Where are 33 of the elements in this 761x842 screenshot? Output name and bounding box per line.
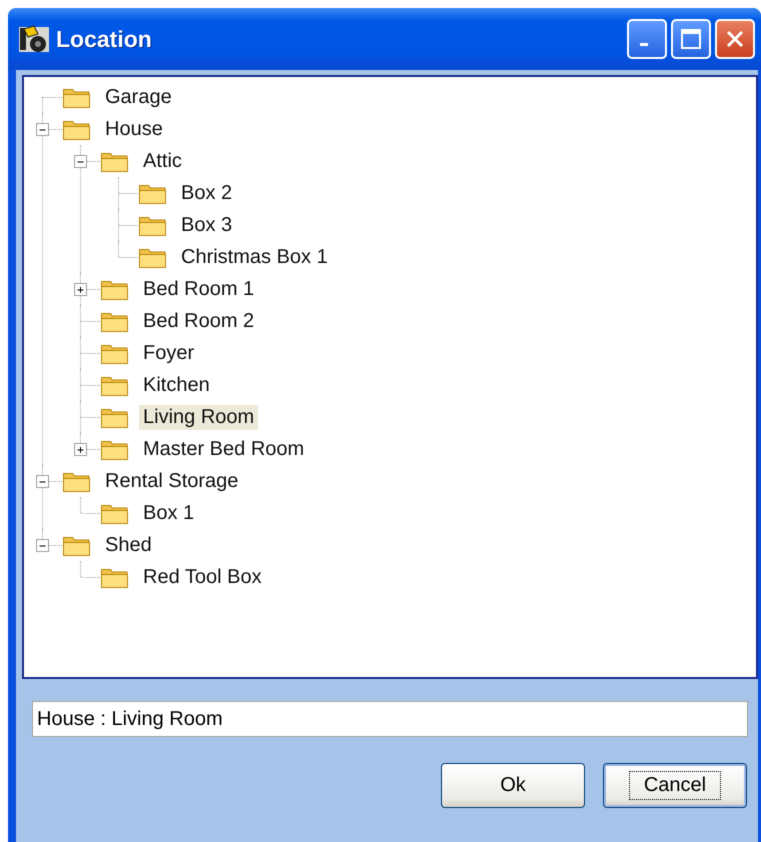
tree-item[interactable]: Box 3: [177, 212, 236, 238]
minimize-icon: [640, 43, 648, 46]
expand-icon[interactable]: [74, 283, 87, 296]
tree-item[interactable]: Bed Room 1: [139, 276, 258, 302]
tree-item[interactable]: Kitchen: [139, 372, 214, 398]
maximize-icon: [680, 28, 702, 50]
tree-item[interactable]: Living Room: [139, 404, 258, 430]
camera-icon: [18, 24, 50, 54]
collapse-icon[interactable]: [36, 475, 49, 488]
window-title: Location: [56, 26, 153, 52]
path-field[interactable]: House : Living Room: [32, 701, 748, 737]
collapse-icon[interactable]: [74, 155, 87, 168]
close-button[interactable]: [715, 19, 755, 59]
tree-item[interactable]: Christmas Box 1: [177, 244, 332, 270]
collapse-icon[interactable]: [36, 539, 49, 552]
minimize-button[interactable]: [627, 19, 667, 59]
maximize-button[interactable]: [671, 19, 711, 59]
cancel-button[interactable]: Cancel: [603, 763, 747, 808]
tree-item[interactable]: Attic: [139, 148, 186, 174]
tree-item[interactable]: Master Bed Room: [139, 436, 308, 462]
tree-item[interactable]: Red Tool Box: [139, 564, 266, 590]
tree-item[interactable]: House: [101, 116, 167, 142]
close-icon: [724, 28, 746, 50]
collapse-icon[interactable]: [36, 123, 49, 136]
tree-item[interactable]: Shed: [101, 532, 156, 558]
tree-item[interactable]: Rental Storage: [101, 468, 242, 494]
expand-icon[interactable]: [74, 443, 87, 456]
tree-item[interactable]: Foyer: [139, 340, 198, 366]
ok-button[interactable]: Ok: [441, 763, 585, 808]
tree-item[interactable]: Bed Room 2: [139, 308, 258, 334]
tree-item[interactable]: Box 1: [139, 500, 198, 526]
tree-item[interactable]: Box 2: [177, 180, 236, 206]
tree-item[interactable]: Garage: [101, 84, 176, 110]
